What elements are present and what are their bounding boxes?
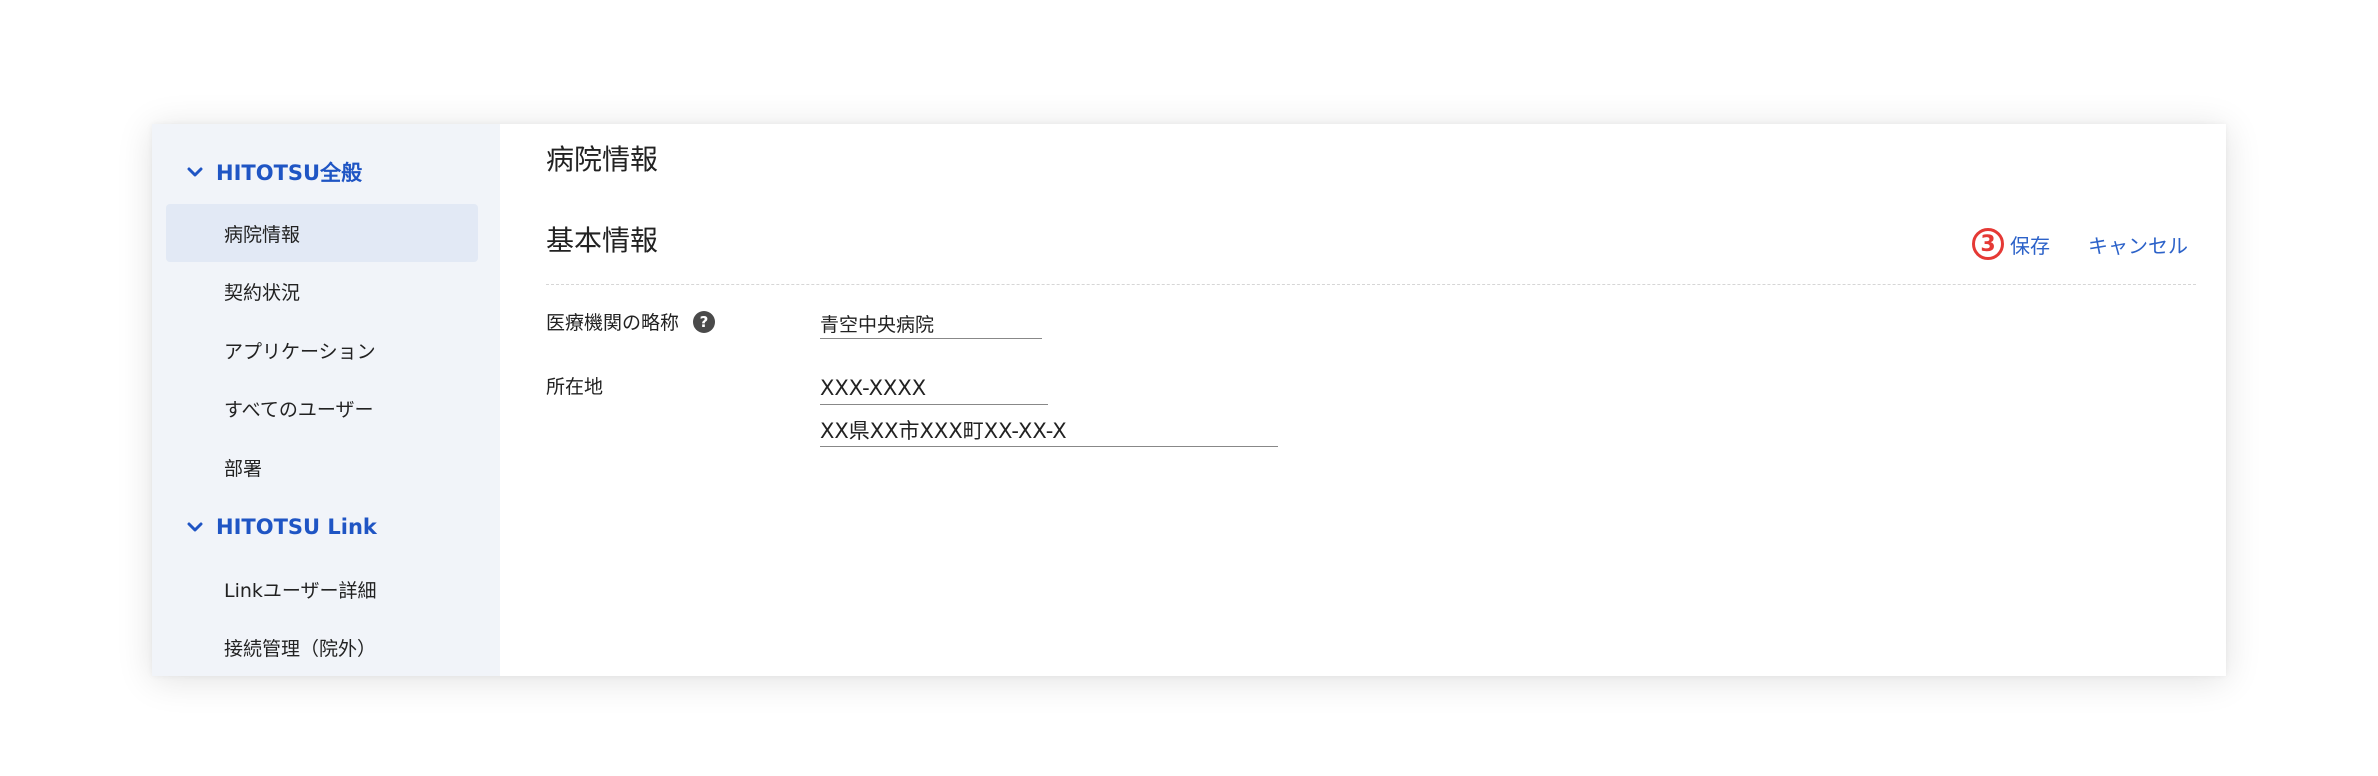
sidebar-section-hitotsu-link[interactable]: HITOTSU Link <box>184 507 377 547</box>
form-actions: 3 保存 キャンセル <box>1972 224 2188 264</box>
abbreviation-input[interactable] <box>820 312 1042 339</box>
sidebar-section-label: HITOTSU Link <box>216 515 377 539</box>
sidebar-item-label: 部署 <box>224 457 263 480</box>
sidebar-item-applications[interactable]: アプリケーション <box>166 321 478 379</box>
sidebar-item-label: 病院情報 <box>224 223 301 246</box>
address-label: 所在地 <box>546 372 603 399</box>
sidebar-section-hitotsu-general[interactable]: HITOTSU全般 <box>184 152 362 192</box>
sidebar-item-contract-status[interactable]: 契約状況 <box>166 262 478 320</box>
page-title: 病院情報 <box>546 143 659 176</box>
sidebar-item-label: 接続管理（院外） <box>224 637 377 660</box>
sidebar-item-label: すべてのユーザー <box>224 398 374 421</box>
section-title: 基本情報 <box>546 224 659 257</box>
chevron-down-icon <box>184 516 206 538</box>
sidebar-item-label: Linkユーザー詳細 <box>224 579 377 602</box>
chevron-down-icon <box>184 161 206 183</box>
sidebar-item-label: 契約状況 <box>224 281 301 304</box>
step-number-badge: 3 <box>1972 228 2004 260</box>
sidebar-item-hospital-info[interactable]: 病院情報 <box>166 204 478 262</box>
address-label-text: 所在地 <box>546 376 604 398</box>
abbreviation-label-text: 医療機関の略称 <box>546 312 680 334</box>
sidebar-section-label: HITOTSU全般 <box>216 161 363 185</box>
abbreviation-label: 医療機関の略称 ? <box>546 308 716 335</box>
sidebar-item-link-user-detail[interactable]: Linkユーザー詳細 <box>166 560 478 618</box>
cancel-button[interactable]: キャンセル <box>2088 230 2188 259</box>
main-content: 病院情報 基本情報 3 保存 キャンセル 医療機関の略称 ? 所在地 <box>500 124 2226 676</box>
section-divider <box>546 284 2196 285</box>
sidebar-item-departments[interactable]: 部署 <box>166 438 478 496</box>
help-icon[interactable]: ? <box>693 310 716 333</box>
sidebar-item-connection-management[interactable]: 接続管理（院外） <box>166 618 478 676</box>
sidebar: HITOTSU全般 病院情報 契約状況 アプリケーション すべてのユーザー 部署… <box>152 124 500 676</box>
sidebar-item-label: アプリケーション <box>224 340 376 363</box>
save-button[interactable]: 保存 <box>2010 230 2050 259</box>
postal-code-input[interactable] <box>820 376 1048 405</box>
street-address-input[interactable] <box>820 418 1278 447</box>
settings-window: HITOTSU全般 病院情報 契約状況 アプリケーション すべてのユーザー 部署… <box>152 124 2226 676</box>
sidebar-item-all-users[interactable]: すべてのユーザー <box>166 379 478 437</box>
